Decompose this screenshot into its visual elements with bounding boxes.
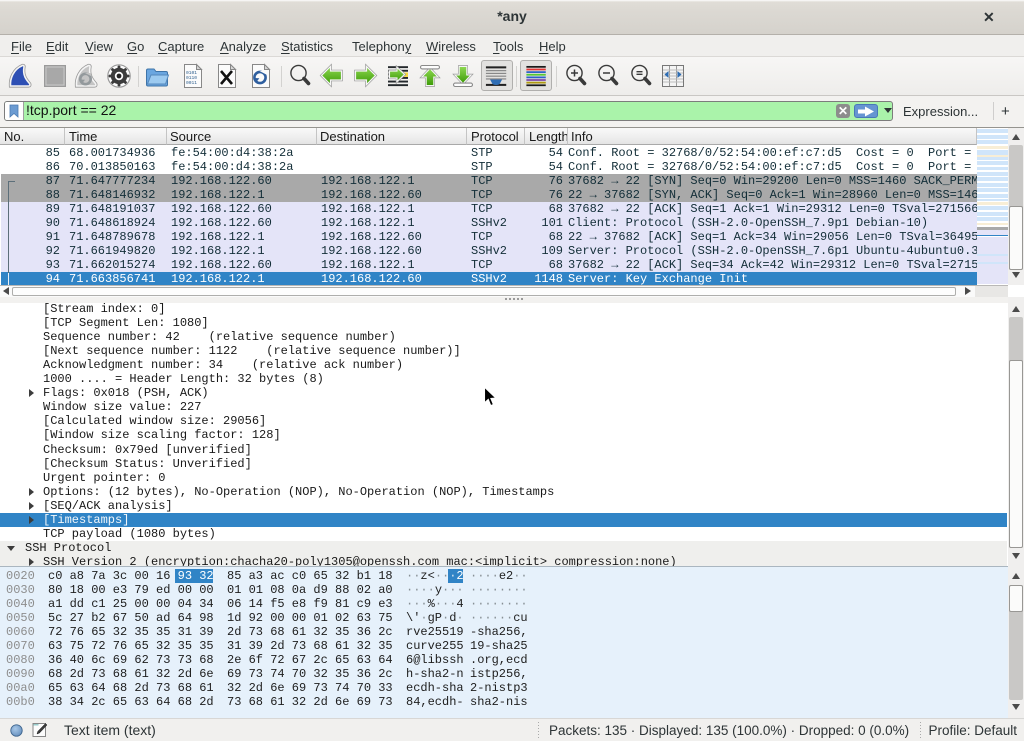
svg-text:0011: 0011 xyxy=(186,80,197,86)
